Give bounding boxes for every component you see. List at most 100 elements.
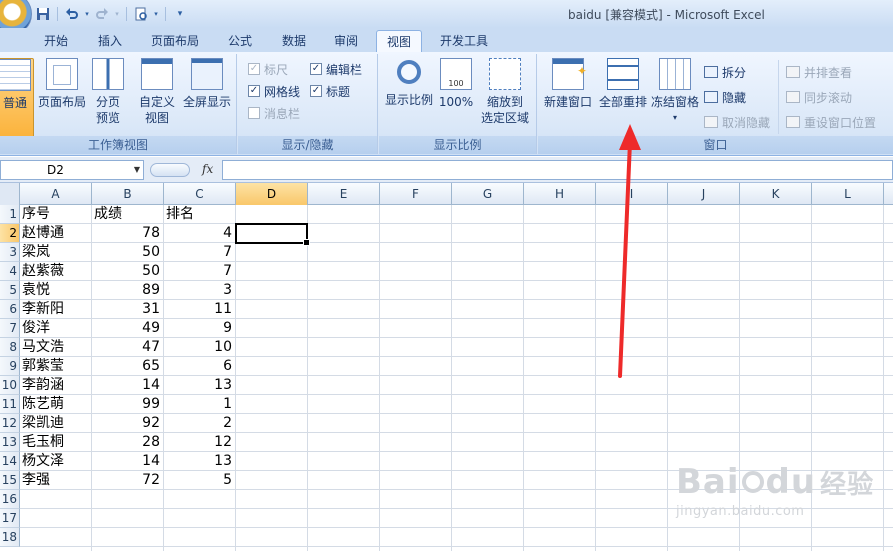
split-button[interactable]: 拆分	[704, 63, 746, 81]
cell-a7[interactable]: 俊洋	[20, 319, 91, 338]
full-screen-button[interactable]: 全屏显示	[180, 58, 234, 110]
cell-a6[interactable]: 李新阳	[20, 300, 91, 319]
cell-c10[interactable]: 13	[164, 376, 235, 395]
custom-views-button[interactable]: 自定义 视图	[137, 58, 177, 126]
print-preview-dropdown-icon[interactable]: ▾	[152, 5, 160, 23]
cell-a11[interactable]: 陈艺萌	[20, 395, 91, 414]
row-header-11[interactable]: 11	[0, 395, 20, 414]
tab-developer[interactable]: 开发工具	[430, 30, 498, 52]
tab-data[interactable]: 数据	[272, 30, 316, 52]
column-header-c[interactable]: C	[164, 183, 236, 205]
zoom-button[interactable]: 显示比例	[383, 58, 435, 108]
save-icon[interactable]	[34, 5, 52, 23]
formula-input[interactable]	[222, 160, 893, 180]
row-header-1[interactable]: 1	[0, 205, 20, 224]
select-all-corner[interactable]	[0, 183, 20, 205]
normal-view-button[interactable]: 普通	[0, 58, 34, 138]
cell-c13[interactable]: 12	[164, 433, 235, 452]
cell-b2[interactable]: 78	[92, 224, 163, 243]
cell-c6[interactable]: 11	[164, 300, 235, 319]
name-box-dropdown-icon[interactable]: ▼	[130, 160, 144, 180]
zoom-to-selection-button[interactable]: 缩放到 选定区域	[477, 58, 533, 126]
tab-home[interactable]: 开始	[34, 30, 78, 52]
row-header-5[interactable]: 5	[0, 281, 20, 300]
tab-view[interactable]: 视图	[376, 30, 422, 52]
cell-c3[interactable]: 7	[164, 243, 235, 262]
column-header-l[interactable]: L	[812, 183, 884, 205]
cell-b5[interactable]: 89	[92, 281, 163, 300]
row-header-2[interactable]: 2	[0, 224, 20, 243]
cell-b9[interactable]: 65	[92, 357, 163, 376]
tab-review[interactable]: 审阅	[324, 30, 368, 52]
redo-icon[interactable]	[93, 5, 111, 23]
cell-c15[interactable]: 5	[164, 471, 235, 490]
row-header-9[interactable]: 9	[0, 357, 20, 376]
column-header-f[interactable]: F	[380, 183, 452, 205]
column-header-g[interactable]: G	[452, 183, 524, 205]
formula-bar-checkbox[interactable]: ✓ 编辑栏	[310, 60, 362, 78]
cell-b8[interactable]: 47	[92, 338, 163, 357]
row-header-18[interactable]: 18	[0, 528, 20, 547]
cell-b11[interactable]: 99	[92, 395, 163, 414]
column-header-i[interactable]: I	[596, 183, 668, 205]
cell-b15[interactable]: 72	[92, 471, 163, 490]
cell-a15[interactable]: 李强	[20, 471, 91, 490]
cell-a2[interactable]: 赵博通	[20, 224, 91, 243]
cell-a8[interactable]: 马文浩	[20, 338, 91, 357]
column-header-k[interactable]: K	[740, 183, 812, 205]
cell-c2[interactable]: 4	[164, 224, 235, 243]
cell-c12[interactable]: 2	[164, 414, 235, 433]
row-header-6[interactable]: 6	[0, 300, 20, 319]
cell-b12[interactable]: 92	[92, 414, 163, 433]
arrange-all-button[interactable]: 全部重排	[596, 58, 650, 110]
row-header-10[interactable]: 10	[0, 376, 20, 395]
row-header-17[interactable]: 17	[0, 509, 20, 528]
row-header-15[interactable]: 15	[0, 471, 20, 490]
page-break-preview-button[interactable]: 分页 预览	[90, 58, 126, 126]
cell-c5[interactable]: 3	[164, 281, 235, 300]
gridlines-checkbox[interactable]: ✓ 网格线	[248, 82, 300, 100]
cell-b10[interactable]: 14	[92, 376, 163, 395]
cell-c4[interactable]: 7	[164, 262, 235, 281]
cell-a1[interactable]: 序号	[20, 205, 91, 224]
customize-icon[interactable]: ▾	[171, 5, 189, 23]
cell-b3[interactable]: 50	[92, 243, 163, 262]
print-preview-icon[interactable]	[132, 5, 150, 23]
new-window-button[interactable]: 新建窗口	[542, 58, 594, 110]
freeze-panes-button[interactable]: 冻结窗格 ▾	[650, 58, 700, 126]
tab-insert[interactable]: 插入	[88, 30, 132, 52]
row-header-7[interactable]: 7	[0, 319, 20, 338]
cell-a14[interactable]: 杨文泽	[20, 452, 91, 471]
hide-button[interactable]: 隐藏	[704, 88, 746, 106]
cell-b4[interactable]: 50	[92, 262, 163, 281]
cell-b1[interactable]: 成绩	[92, 205, 163, 224]
page-layout-view-button[interactable]: 页面布局	[36, 58, 88, 110]
cell-c14[interactable]: 13	[164, 452, 235, 471]
cell-b6[interactable]: 31	[92, 300, 163, 319]
tab-page-layout[interactable]: 页面布局	[142, 30, 208, 52]
column-header-j[interactable]: J	[668, 183, 740, 205]
undo-dropdown-icon[interactable]: ▾	[83, 5, 91, 23]
cell-a3[interactable]: 梁岚	[20, 243, 91, 262]
column-header-a[interactable]: A	[20, 183, 92, 205]
cell-a9[interactable]: 郭紫莹	[20, 357, 91, 376]
zoom-100-button[interactable]: 100 100%	[437, 58, 475, 110]
cell-a12[interactable]: 梁凯迪	[20, 414, 91, 433]
cell-c1[interactable]: 排名	[164, 205, 235, 224]
row-header-12[interactable]: 12	[0, 414, 20, 433]
cell-c8[interactable]: 10	[164, 338, 235, 357]
redo-dropdown-icon[interactable]: ▾	[113, 5, 121, 23]
row-header-16[interactable]: 16	[0, 490, 20, 509]
cell-c9[interactable]: 6	[164, 357, 235, 376]
cell-a5[interactable]: 袁悦	[20, 281, 91, 300]
cell-c11[interactable]: 1	[164, 395, 235, 414]
cell-b13[interactable]: 28	[92, 433, 163, 452]
column-header-b[interactable]: B	[92, 183, 164, 205]
column-header-d[interactable]: D	[236, 183, 308, 205]
cell-c7[interactable]: 9	[164, 319, 235, 338]
column-header-h[interactable]: H	[524, 183, 596, 205]
cell-a10[interactable]: 李韵涵	[20, 376, 91, 395]
row-header-14[interactable]: 14	[0, 452, 20, 471]
cell-a13[interactable]: 毛玉桐	[20, 433, 91, 452]
tab-formulas[interactable]: 公式	[218, 30, 262, 52]
